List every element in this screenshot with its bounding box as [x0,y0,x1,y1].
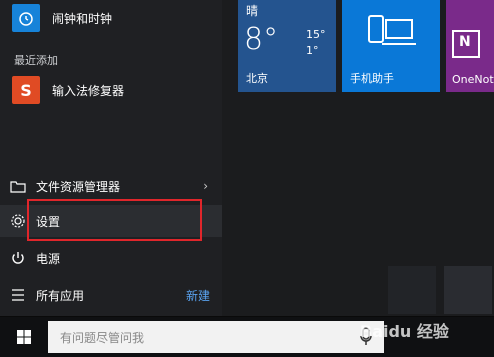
nav-label: 电源 [36,251,61,266]
cortana-search-box[interactable]: 有问题尽管问我 [48,321,384,353]
weather-high: 15° [306,28,326,41]
onenote-n-icon: N [452,30,480,58]
lower-tiles-area [238,98,494,316]
phone-laptop-icon [368,14,416,56]
weather-city: 北京 [246,72,268,85]
app-item-alarms-clock[interactable]: 闹钟和时钟 [12,4,112,32]
small-tile[interactable] [388,266,436,314]
weather-tile[interactable]: 晴 8° 15° 1° 北京 [238,0,336,92]
power-icon [0,250,36,266]
recently-added-header: 最近添加 [14,54,58,67]
small-tile[interactable] [444,266,492,314]
windows-logo-icon [17,330,31,344]
start-menu-left-panel: 闹钟和时钟 最近添加 S 输入法修复器 文件资源管理器 › 设置 电源 所有应用… [0,0,222,316]
nav-label: 文件资源管理器 [36,179,121,194]
app-label: 输入法修复器 [52,83,125,98]
weather-temp: 8° [244,22,279,57]
nav-power[interactable]: 电源 [0,242,222,274]
app-label: 闹钟和时钟 [52,11,113,26]
onenote-label: OneNote [452,73,494,86]
chevron-right-icon[interactable]: › [203,179,208,193]
windows-start-button[interactable] [0,317,48,357]
folder-icon [0,179,36,193]
nav-label: 所有应用 [36,288,85,303]
list-icon [0,288,36,302]
live-tiles: 晴 8° 15° 1° 北京 手机助手 N OneNote [238,0,494,316]
search-placeholder: 有问题尽管问我 [60,330,145,345]
weather-low: 1° [306,44,319,57]
phone-companion-label: 手机助手 [350,72,394,85]
weather-condition: 晴 [246,4,259,18]
onenote-tile[interactable]: N OneNote [446,0,494,92]
alarm-clock-icon [12,4,40,32]
new-badge: 新建 [185,288,210,303]
nav-all-apps[interactable]: 所有应用 新建 [0,279,222,311]
nav-file-explorer[interactable]: 文件资源管理器 › [0,170,222,202]
phone-companion-tile[interactable]: 手机助手 [342,0,440,92]
baidu-jingyan-watermark: Baidu 经验 [360,322,449,341]
app-item-ime-repair[interactable]: S 输入法修复器 [12,76,124,104]
sogou-s-icon: S [12,76,40,104]
red-highlight-annotation [27,199,202,241]
